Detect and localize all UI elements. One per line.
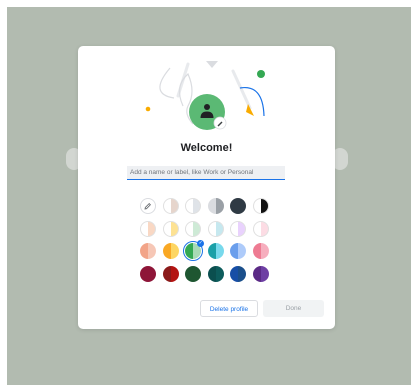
brush-icon	[231, 69, 252, 110]
color-swatch[interactable]	[185, 265, 202, 282]
color-swatch[interactable]	[162, 265, 179, 282]
pencil-icon	[144, 203, 151, 210]
color-swatch[interactable]	[140, 220, 156, 237]
color-swatch[interactable]	[230, 265, 247, 282]
color-swatch[interactable]	[207, 265, 224, 282]
color-swatch[interactable]	[207, 220, 224, 237]
delete-profile-button[interactable]: Delete profile	[200, 300, 258, 317]
color-swatch[interactable]	[185, 220, 202, 237]
green-dot	[257, 70, 265, 78]
color-swatch[interactable]	[252, 220, 269, 237]
color-swatch[interactable]	[230, 220, 247, 237]
welcome-illustration	[145, 61, 265, 130]
color-swatch[interactable]	[252, 198, 269, 214]
color-swatch[interactable]	[185, 198, 202, 214]
color-swatch[interactable]	[162, 198, 179, 214]
triangle-shape	[206, 61, 218, 68]
color-swatch[interactable]	[162, 220, 179, 237]
color-swatch[interactable]: ✓	[183, 240, 205, 262]
profile-name-input[interactable]	[127, 166, 285, 180]
color-swatch[interactable]	[140, 265, 156, 282]
color-swatch[interactable]	[230, 198, 247, 214]
color-swatch[interactable]	[252, 243, 269, 260]
color-swatch[interactable]	[252, 265, 269, 282]
done-button[interactable]: Done	[263, 300, 324, 317]
yellow-dot	[145, 106, 151, 112]
decorative-line	[159, 67, 175, 99]
custom-color-button[interactable]	[140, 198, 156, 214]
color-picker: ✓	[140, 198, 272, 282]
color-swatch[interactable]	[140, 243, 156, 260]
profile-setup-dialog: Welcome! ✓ Delete profile Done	[78, 46, 335, 329]
pencil-icon[interactable]	[213, 116, 227, 130]
color-swatch[interactable]	[207, 198, 224, 214]
check-icon: ✓	[197, 240, 205, 248]
color-swatch[interactable]	[230, 243, 247, 260]
dialog-title: Welcome!	[180, 142, 233, 154]
color-swatch[interactable]	[162, 243, 179, 260]
color-swatch[interactable]	[207, 243, 224, 260]
